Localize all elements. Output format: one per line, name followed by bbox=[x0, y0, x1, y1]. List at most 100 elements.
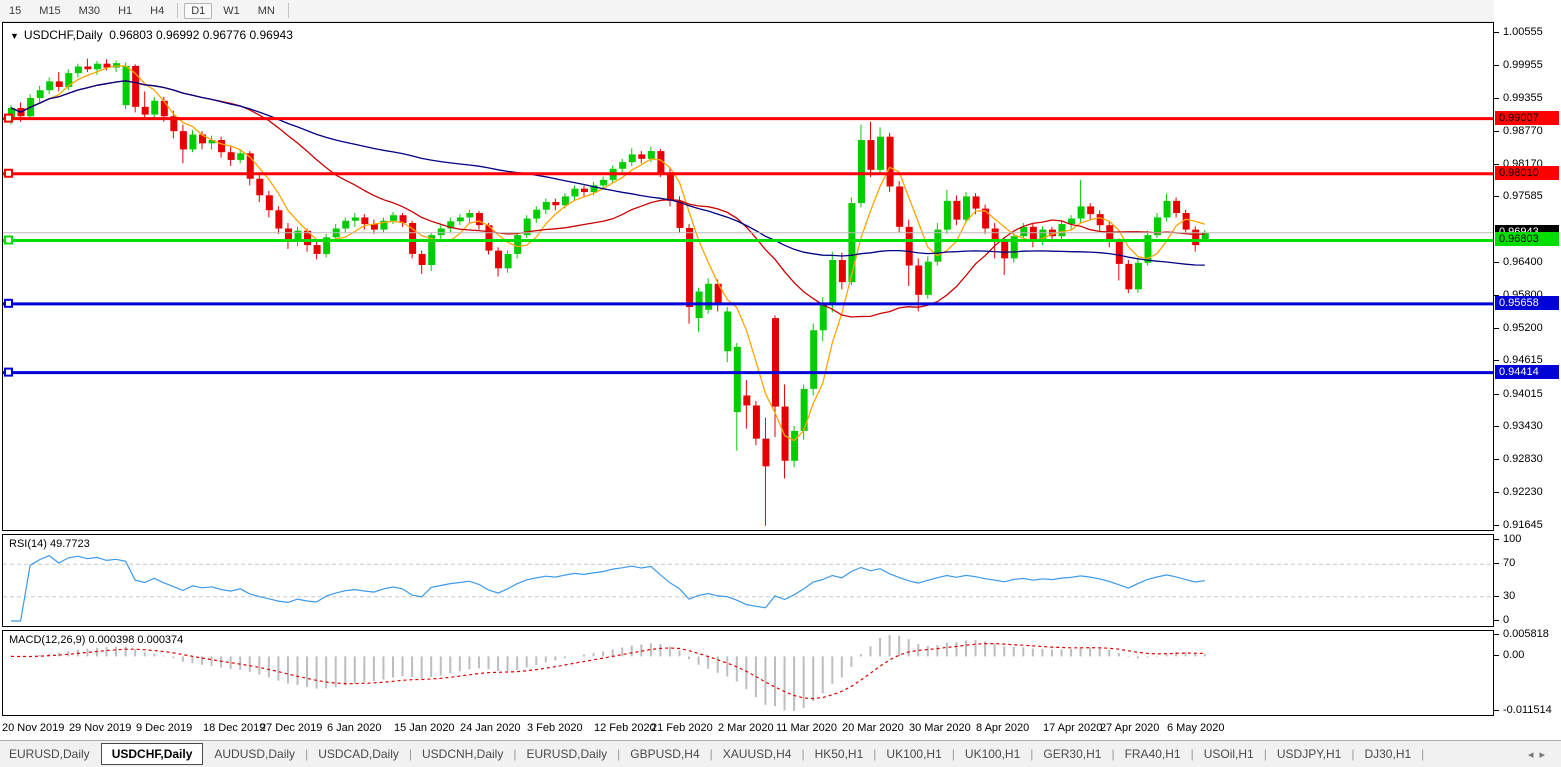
date-tick-label: 20 Nov 2019 bbox=[2, 722, 64, 734]
price-tick-label: 1.00555 bbox=[1503, 26, 1543, 39]
chart-tab-eurusd-daily[interactable]: EURUSD,Daily bbox=[0, 743, 99, 765]
date-tick-label: 18 Dec 2019 bbox=[203, 722, 265, 734]
price-badge-0.94414: 0.94414 bbox=[1495, 365, 1559, 379]
chart-title: ▼ USDCHF,Daily 0.96803 0.96992 0.96776 0.… bbox=[10, 28, 293, 42]
time-axis[interactable]: 20 Nov 201929 Nov 20199 Dec 201918 Dec 2… bbox=[2, 717, 1494, 739]
rsi-tick-label: 100 bbox=[1503, 533, 1521, 546]
chart-tab-uk100-h1[interactable]: UK100,H1 bbox=[877, 743, 950, 765]
chart-tab-fra40-h1[interactable]: FRA40,H1 bbox=[1116, 743, 1190, 765]
timeframe-button-15[interactable]: 15 bbox=[2, 3, 28, 19]
chart-tab-audusd-daily[interactable]: AUDUSD,Daily bbox=[205, 743, 304, 765]
chart-tab-eurusd-daily[interactable]: EURUSD,Daily bbox=[517, 743, 616, 765]
chart-tab-usdjpy-h1[interactable]: USDJPY,H1 bbox=[1268, 743, 1350, 765]
price-tick-label: 0.95200 bbox=[1503, 322, 1543, 335]
rsi-tick-label: 0 bbox=[1503, 614, 1509, 627]
price-badge-0.98010: 0.98010 bbox=[1495, 166, 1559, 180]
date-tick-label: 24 Jan 2020 bbox=[460, 722, 521, 734]
axis-tick-mark bbox=[1494, 525, 1499, 526]
axis-tick-mark bbox=[1494, 596, 1499, 597]
chart-tab-hk50-h1[interactable]: HK50,H1 bbox=[806, 743, 873, 765]
price-tick-label: 0.92230 bbox=[1503, 486, 1543, 499]
medium-ma-line bbox=[11, 81, 1205, 317]
axis-tick-mark bbox=[1494, 394, 1499, 395]
axis-tick-mark bbox=[1494, 328, 1499, 329]
price-tick-label: 0.96400 bbox=[1503, 256, 1543, 269]
price-tick-label: 0.91645 bbox=[1503, 519, 1543, 532]
chart-tab-usdcnh-daily[interactable]: USDCNH,Daily bbox=[413, 743, 512, 765]
date-tick-label: 15 Jan 2020 bbox=[394, 722, 455, 734]
tab-separator: | bbox=[1420, 747, 1425, 761]
price-tick-label: 0.99355 bbox=[1503, 92, 1543, 105]
axis-tick-mark bbox=[1494, 426, 1499, 427]
price-axis[interactable]: 1.005550.999550.993550.987700.981700.975… bbox=[1494, 0, 1561, 740]
axis-tick-mark bbox=[1494, 563, 1499, 564]
chart-tab-usoil-h1[interactable]: USOil,H1 bbox=[1195, 743, 1263, 765]
timeframe-button-m30[interactable]: M30 bbox=[72, 3, 107, 19]
chart-tab-xauusd-h4[interactable]: XAUUSD,H4 bbox=[714, 743, 801, 765]
price-tick-label: 0.98770 bbox=[1503, 125, 1543, 138]
hline-handle-0.99007[interactable] bbox=[5, 115, 12, 122]
date-tick-label: 27 Apr 2020 bbox=[1100, 722, 1159, 734]
macd-max-label: 0.005818 bbox=[1503, 628, 1549, 641]
timeframe-button-mn[interactable]: MN bbox=[251, 3, 282, 19]
hline-handle-0.94414[interactable] bbox=[5, 369, 12, 376]
price-tick-label: 0.97585 bbox=[1503, 190, 1543, 203]
candlestick-chart bbox=[3, 23, 1493, 530]
chart-tab-ger30-h1[interactable]: GER30,H1 bbox=[1034, 743, 1110, 765]
date-tick-label: 30 Mar 2020 bbox=[909, 722, 971, 734]
chart-tab-usdcad-daily[interactable]: USDCAD,Daily bbox=[309, 743, 408, 765]
date-tick-label: 20 Mar 2020 bbox=[842, 722, 904, 734]
price-badge-0.96803: 0.96803 bbox=[1495, 232, 1559, 246]
price-badge-0.95658: 0.95658 bbox=[1495, 296, 1559, 310]
date-tick-label: 17 Apr 2020 bbox=[1043, 722, 1102, 734]
rsi-plot bbox=[3, 535, 1493, 626]
axis-tick-mark bbox=[1494, 262, 1499, 263]
hline-handle-0.96803[interactable] bbox=[5, 236, 12, 243]
price-tick-label: 0.99955 bbox=[1503, 59, 1543, 72]
date-tick-label: 27 Dec 2019 bbox=[260, 722, 322, 734]
rsi-indicator-pane[interactable]: RSI(14) 49.7723 bbox=[2, 534, 1494, 627]
tabs-scroll-right-icon[interactable]: ▸ bbox=[1539, 749, 1551, 761]
chart-symbol-period: USDCHF,Daily bbox=[24, 28, 103, 42]
toolbar-separator bbox=[177, 3, 178, 18]
date-tick-label: 2 Mar 2020 bbox=[718, 722, 774, 734]
macd-histogram bbox=[11, 635, 1205, 711]
axis-tick-mark bbox=[1494, 620, 1499, 621]
rsi-label: RSI(14) 49.7723 bbox=[9, 538, 90, 550]
timeframe-button-h4[interactable]: H4 bbox=[143, 3, 171, 19]
axis-tick-mark bbox=[1494, 655, 1499, 656]
chart-tab-usdchf-daily[interactable]: USDCHF,Daily bbox=[101, 743, 204, 765]
hline-handle-0.95658[interactable] bbox=[5, 300, 12, 307]
chart-close-value: 0.96943 bbox=[249, 28, 292, 42]
chart-dropdown-icon[interactable]: ▼ bbox=[10, 31, 19, 41]
date-tick-label: 21 Feb 2020 bbox=[651, 722, 713, 734]
rsi-levels bbox=[3, 564, 1493, 596]
axis-tick-mark bbox=[1494, 710, 1499, 711]
chart-tab-uk100-h1[interactable]: UK100,H1 bbox=[956, 743, 1029, 765]
chart-tab-dj30-h1[interactable]: DJ30,H1 bbox=[1355, 743, 1420, 765]
chart-open-value: 0.96803 bbox=[109, 28, 152, 42]
price-badge-0.99007: 0.99007 bbox=[1495, 111, 1559, 125]
chart-high-value: 0.96992 bbox=[156, 28, 199, 42]
timeframe-toolbar: 15M15 M30H1H4 D1W1MN bbox=[0, 0, 1561, 22]
timeframe-button-m15[interactable]: M15 bbox=[32, 3, 67, 19]
price-tick-label: 0.92830 bbox=[1503, 453, 1543, 466]
timeframe-button-h1[interactable]: H1 bbox=[111, 3, 139, 19]
macd-zero-label: 0.00 bbox=[1503, 649, 1524, 662]
date-tick-label: 6 Jan 2020 bbox=[327, 722, 381, 734]
chart-tab-gbpusd-h4[interactable]: GBPUSD,H4 bbox=[621, 743, 708, 765]
chart-low-value: 0.96776 bbox=[203, 28, 246, 42]
hline-handle-0.9801[interactable] bbox=[5, 170, 12, 177]
timeframe-button-w1[interactable]: W1 bbox=[216, 3, 247, 19]
price-chart-pane[interactable]: ▼ USDCHF,Daily 0.96803 0.96992 0.96776 0.… bbox=[2, 22, 1494, 531]
tabs-scroll-left-icon[interactable]: ◂ bbox=[1528, 749, 1540, 761]
timeframe-button-d1[interactable]: D1 bbox=[184, 3, 212, 19]
date-tick-label: 8 Apr 2020 bbox=[976, 722, 1029, 734]
axis-tick-mark bbox=[1494, 492, 1499, 493]
macd-indicator-pane[interactable]: MACD(12,26,9) 0.000398 0.000374 bbox=[2, 630, 1494, 716]
date-tick-label: 3 Feb 2020 bbox=[527, 722, 583, 734]
axis-tick-mark bbox=[1494, 539, 1499, 540]
price-tick-label: 0.94015 bbox=[1503, 388, 1543, 401]
date-tick-label: 11 Mar 2020 bbox=[776, 722, 837, 734]
trading-terminal: { "toolbar": { "items": [ {"label": "15"… bbox=[0, 0, 1561, 767]
